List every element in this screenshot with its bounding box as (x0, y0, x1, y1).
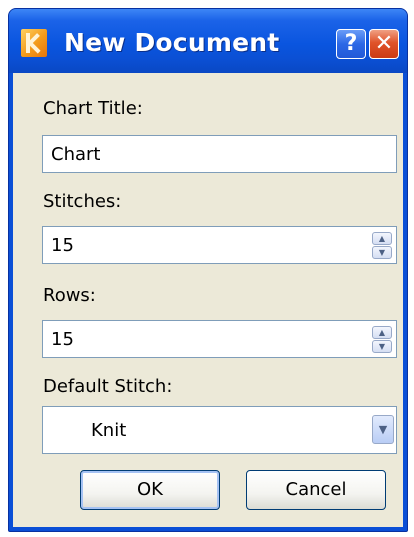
arrow-down-icon: ▼ (378, 342, 386, 351)
rows-label: Rows: (43, 285, 96, 306)
arrow-up-icon: ▲ (378, 234, 386, 243)
help-icon: ? (344, 31, 358, 56)
default-stitch-value: Knit (91, 420, 127, 441)
stitches-spinner: ▲ ▼ (372, 232, 392, 259)
app-logo-icon (21, 29, 47, 57)
default-stitch-label: Default Stitch: (43, 376, 173, 397)
default-stitch-select[interactable]: Knit ▼ (42, 406, 397, 454)
rows-spinner: ▲ ▼ (372, 326, 392, 353)
stitches-increment-button[interactable]: ▲ (372, 232, 392, 245)
title-bar[interactable]: New Document ? ✕ (9, 9, 407, 73)
stitches-stepper[interactable]: 15 ▲ ▼ (42, 226, 397, 264)
chart-title-label: Chart Title: (43, 98, 143, 119)
rows-stepper[interactable]: 15 ▲ ▼ (42, 320, 397, 358)
new-document-dialog: New Document ? ✕ Chart Title: Chart Stit… (8, 8, 408, 532)
dialog-body: Chart Title: Chart Stitches: 15 ▲ ▼ Rows… (13, 73, 403, 527)
chart-title-input[interactable]: Chart (42, 135, 397, 173)
cancel-button[interactable]: Cancel (246, 470, 386, 510)
rows-increment-button[interactable]: ▲ (372, 326, 392, 339)
close-button[interactable]: ✕ (369, 29, 399, 59)
stitches-decrement-button[interactable]: ▼ (372, 246, 392, 259)
rows-decrement-button[interactable]: ▼ (372, 340, 392, 353)
stitches-value: 15 (51, 235, 74, 256)
help-button[interactable]: ? (336, 29, 366, 59)
arrow-down-icon: ▼ (378, 248, 386, 257)
chevron-down-icon: ▼ (378, 423, 388, 436)
arrow-up-icon: ▲ (378, 328, 386, 337)
close-icon: ✕ (374, 31, 394, 56)
default-stitch-dropdown-button[interactable]: ▼ (372, 415, 394, 444)
dialog-title: New Document (64, 28, 280, 57)
rows-value: 15 (51, 329, 74, 350)
chart-title-value: Chart (51, 144, 101, 165)
ok-button[interactable]: OK (80, 470, 220, 510)
stitches-label: Stitches: (43, 191, 122, 212)
